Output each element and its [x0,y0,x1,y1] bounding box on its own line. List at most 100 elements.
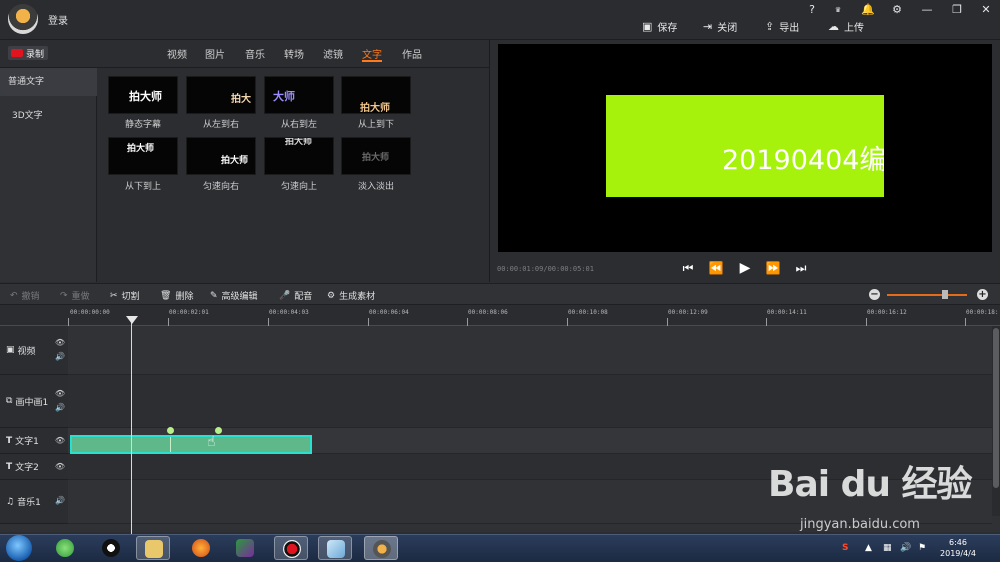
sogou-ime-icon[interactable]: S [842,543,848,553]
effect-thumb-left-to-right[interactable]: 拍大 [186,76,256,114]
tab-works[interactable]: 作品 [402,46,422,62]
taskbar-app-browser[interactable] [48,536,82,560]
effect-label: 淡入淡出 [357,182,394,192]
redo-button[interactable]: ↷ 重做 [60,289,90,303]
effect-thumb-fade[interactable]: 拍大师 [341,137,411,175]
zoom-slider-thumb[interactable] [941,290,948,299]
close-button[interactable]: ⇥ 关闭 [703,18,737,34]
ruler-label: 00:00:00:00 [70,309,110,316]
speaker-icon[interactable]: 🔊 [55,403,65,412]
music-note-icon: ♫ [6,496,15,507]
sidebar-item-3d-text[interactable]: 3D文字 [0,102,97,130]
skip-end-icon[interactable]: ⏭ [793,260,809,276]
track-header-music[interactable]: ♫ 音乐1 🔊 [0,480,68,524]
record-button[interactable]: 录制 [8,46,48,60]
speaker-icon[interactable]: 🔊 [55,496,65,505]
scrollbar-thumb[interactable] [993,328,999,488]
clock-date: 2019/4/4 [940,549,976,558]
taskbar-app-explorer[interactable] [136,536,170,560]
network-icon[interactable]: ▦ [883,543,892,553]
playhead-marker[interactable] [126,316,138,324]
start-button[interactable] [6,535,32,561]
effect-label: 从上到下 [357,120,394,130]
export-button[interactable]: ⇪ 导出 [765,18,799,34]
microphone-icon: 🎤 [279,290,291,301]
step-forward-icon[interactable]: ⏩ [765,260,781,276]
zoom-in-icon[interactable]: + [977,289,988,300]
effect-thumb-uniform-right[interactable]: 拍大师 [186,137,256,175]
advanced-edit-button[interactable]: ✎ 高级编辑 [210,289,258,303]
generate-material-button[interactable]: ⚙ 生成素材 [327,289,375,303]
taskbar-app-recorder[interactable] [274,536,308,560]
clip-handle[interactable] [215,427,222,434]
track-header-text2[interactable]: T 文字2 👁 [0,454,68,480]
volume-icon[interactable]: 🔊 [900,543,911,553]
preview-text-box[interactable]: 20190404编 [606,95,884,197]
tab-filter[interactable]: 滤镜 [323,46,343,62]
eye-icon[interactable]: 👁 [55,338,65,347]
media-library-panel: 录制 视频 图片 音乐 转场 滤镜 文字 作品 普通文字 3D文字 拍大师 静态… [0,40,490,282]
taskbar-app-media[interactable] [228,536,262,560]
skip-start-icon[interactable]: ⏮ [680,260,696,276]
taskbar-clock[interactable]: 6:46 2019/4/4 [936,537,980,559]
eye-icon[interactable]: 👁 [55,436,65,445]
ruler-tick [866,318,867,326]
effect-thumb-static[interactable]: 拍大师 [108,76,178,114]
taskbar-app-paidashi[interactable] [364,536,398,560]
effect-thumb-top-to-bottom[interactable]: 拍大师 [341,76,411,114]
pip-track-icon: ⧉ [6,396,13,406]
notification-icon[interactable]: ⚑ [918,543,926,553]
restore-icon[interactable]: ❐ [948,2,966,18]
zoom-slider-track[interactable] [887,294,967,296]
delete-button[interactable]: 🗑 删除 [160,289,193,303]
gear-icon[interactable]: ⚙ [888,2,906,18]
paidashi-icon [373,540,391,558]
tab-video[interactable]: 视频 [167,46,187,62]
close-window-icon[interactable]: ✕ [977,2,995,18]
cut-button[interactable]: ✂ 切割 [110,289,140,303]
dub-button[interactable]: 🎤 配音 [279,289,312,303]
zoom-out-icon[interactable]: − [869,289,880,300]
effect-thumb-right-to-left[interactable]: 大师 [264,76,334,114]
undo-button[interactable]: ↶ 撤销 [10,289,40,303]
speaker-icon[interactable]: 🔊 [55,352,65,361]
tray-expand-icon[interactable]: ▲ [865,543,872,553]
track-header-video[interactable]: ▣ 视频 👁 🔊 [0,326,68,375]
track-header-text1[interactable]: T 文字1 👁 [0,428,68,454]
minimize-icon[interactable]: — [918,2,936,18]
help-icon[interactable]: ? [803,2,821,18]
login-link[interactable]: 登录 [48,12,68,27]
clock-time: 6:46 [949,538,967,547]
eye-icon[interactable]: 👁 [55,389,65,398]
timeline-scrollbar[interactable] [992,326,1000,516]
effect-thumb-uniform-up[interactable]: 拍大师 [264,137,334,175]
upload-button[interactable]: ☁ 上传 [828,18,864,34]
track-pip[interactable] [68,375,992,428]
taskbar-app-qq[interactable] [94,536,128,560]
play-icon[interactable]: ▶ [737,260,753,276]
tab-image[interactable]: 图片 [205,46,225,62]
eye-icon[interactable]: 👁 [55,462,65,471]
sidebar-item-normal-text[interactable]: 普通文字 [0,68,97,96]
effect-thumb-bottom-to-top[interactable]: 拍大师 [108,137,178,175]
text-clip[interactable] [70,435,312,454]
taskbar-app-notes[interactable] [318,536,352,560]
bell-icon[interactable]: 🔔 [859,2,877,18]
ruler-label: 00:00:02:01 [169,309,209,316]
scissors-icon: ✂ [110,290,118,301]
clip-handle[interactable] [167,427,174,434]
vip-icon[interactable]: ♛ [829,2,847,18]
timeline-ruler[interactable]: 00:00:00:00 00:00:02:01 00:00:04:03 00:0… [68,306,1000,326]
save-button[interactable]: ▣ 保存 [642,18,677,34]
playhead-line[interactable] [131,318,132,534]
track-video[interactable] [68,326,992,375]
hand-cursor-icon: ☝ [207,434,216,450]
step-back-icon[interactable]: ⏪ [708,260,724,276]
exit-icon: ⇥ [703,19,713,33]
tab-text[interactable]: 文字 [362,46,382,62]
ruler-label: 00:00:04:03 [269,309,309,316]
tab-music[interactable]: 音乐 [245,46,265,62]
tab-transition[interactable]: 转场 [284,46,304,62]
taskbar-app-firefox[interactable] [184,536,218,560]
track-header-pip[interactable]: ⧉ 画中画1 👁 🔊 [0,375,68,428]
